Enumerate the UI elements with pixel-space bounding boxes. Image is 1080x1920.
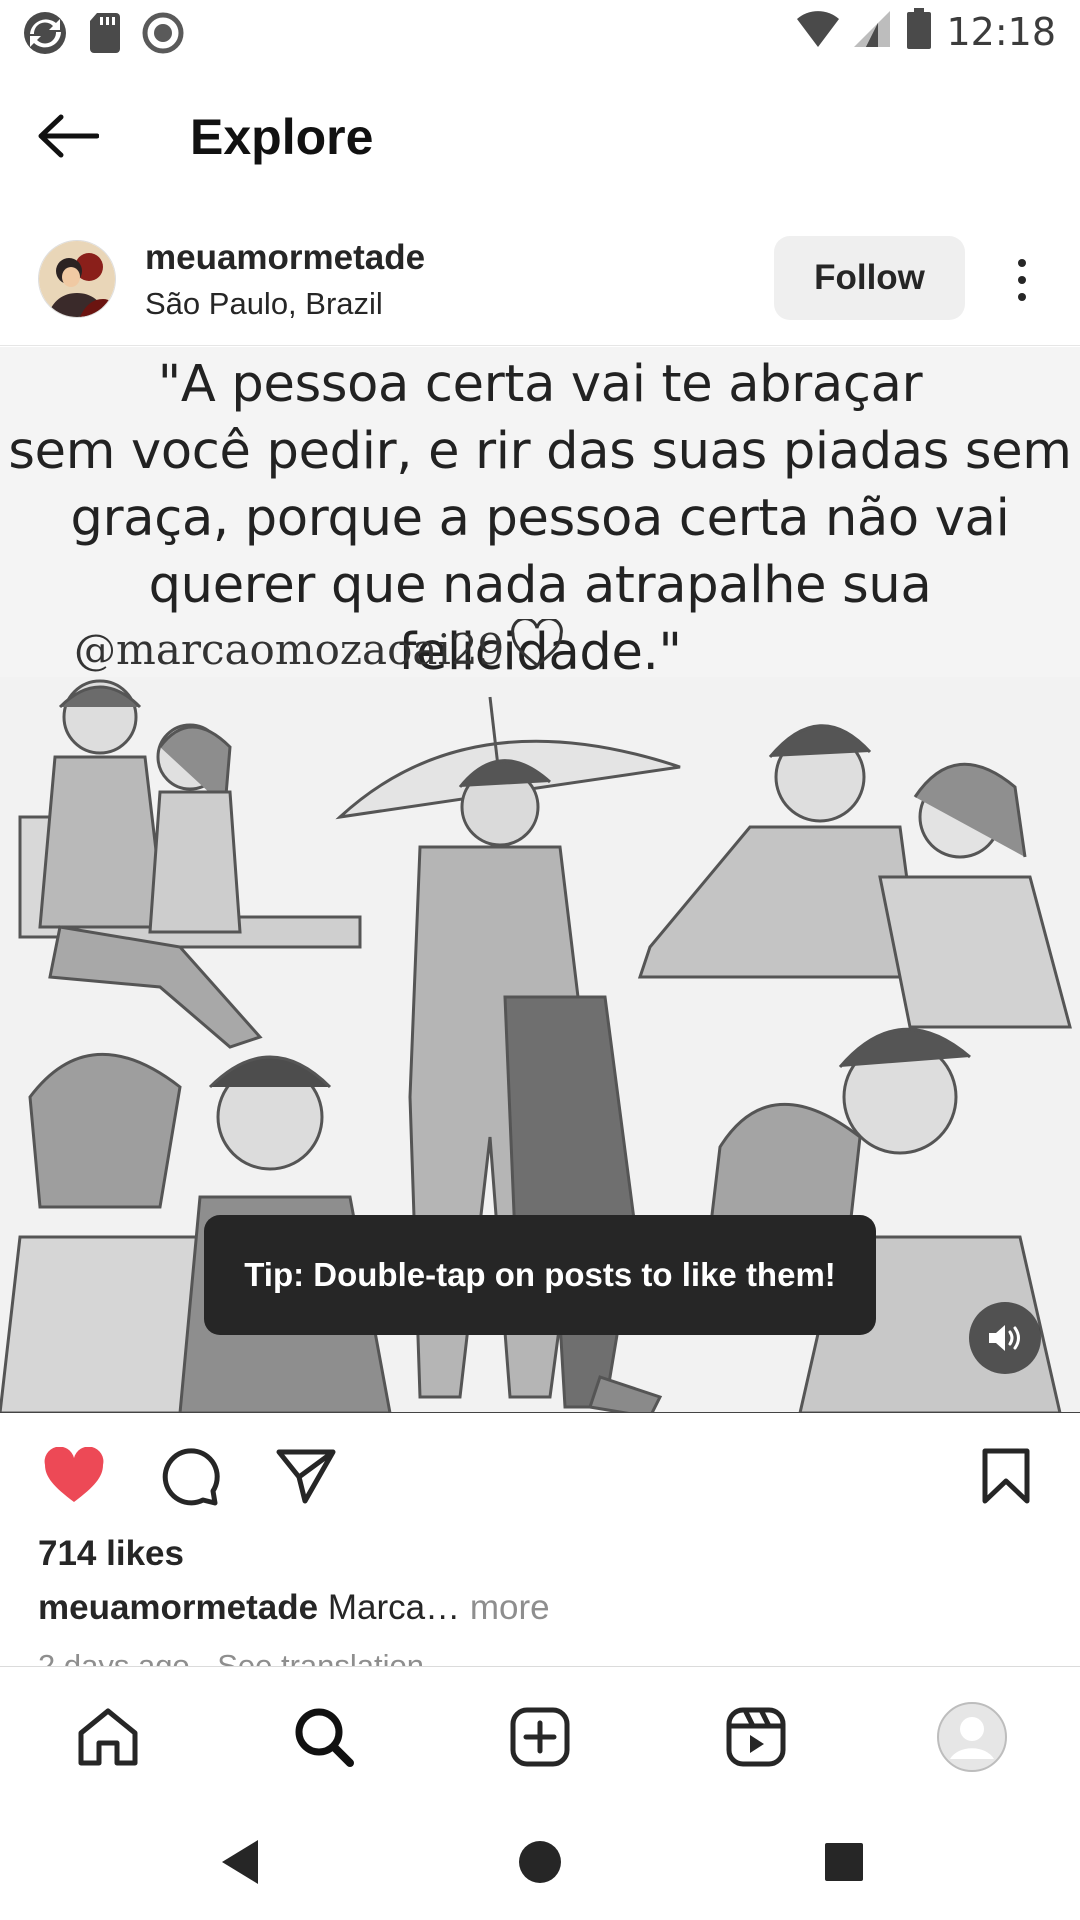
system-nav-bar [0, 1800, 1080, 1920]
heart-filled-icon [44, 1447, 104, 1502]
like-button[interactable] [38, 1440, 110, 1512]
post-meta-text: 2 days ago · See translation [38, 1648, 425, 1666]
nav-reels[interactable] [716, 1697, 796, 1777]
system-recents-button[interactable] [814, 1832, 874, 1892]
system-back-button[interactable] [210, 1832, 270, 1892]
post-location[interactable]: São Paulo, Brazil [145, 286, 383, 322]
caption-text: Marca… [327, 1588, 461, 1627]
more-link[interactable]: more [470, 1588, 550, 1627]
image-handle: @marcaomozaoai29 [74, 625, 505, 674]
dot-icon [1018, 293, 1026, 301]
profile-icon [937, 1702, 1007, 1772]
post-meta: 2 days ago · See translation [38, 1646, 424, 1666]
share-button[interactable] [270, 1440, 342, 1512]
nav-create[interactable] [500, 1697, 580, 1777]
nav-search[interactable] [284, 1697, 364, 1777]
record-icon [142, 12, 184, 59]
status-left-icons [22, 10, 184, 61]
sd-card-icon [88, 11, 122, 60]
wifi-icon [796, 9, 840, 54]
bottom-nav [0, 1666, 1080, 1800]
audio-toggle-button[interactable] [969, 1302, 1041, 1374]
avatar[interactable] [38, 240, 116, 318]
follow-button[interactable]: Follow [774, 236, 965, 320]
quote-line: graça, porque a pessoa certa não vai [70, 489, 1010, 548]
heart-outline-icon [511, 619, 563, 667]
post-actions [0, 1414, 1080, 1534]
post-image[interactable]: "A pessoa certa vai te abraçar sem você … [0, 347, 1080, 1413]
quote-line: "A pessoa certa vai te abraçar [157, 355, 923, 414]
nav-profile[interactable] [932, 1697, 1012, 1777]
more-options-button[interactable] [1000, 250, 1044, 310]
comment-icon [162, 1448, 220, 1506]
home-icon [78, 1708, 138, 1766]
bookmark-icon [982, 1448, 1030, 1504]
arrow-left-icon [38, 114, 99, 158]
top-bar: Explore [0, 80, 1080, 192]
create-icon [510, 1707, 570, 1767]
back-button[interactable] [36, 106, 100, 166]
send-icon [276, 1449, 336, 1504]
speaker-icon [989, 1325, 1020, 1351]
dot-icon [1018, 259, 1026, 267]
double-tap-tip: Tip: Double-tap on posts to like them! [204, 1215, 876, 1335]
battery-icon [906, 8, 932, 55]
reels-icon [726, 1707, 786, 1767]
likes-count[interactable]: 714 likes [38, 1534, 184, 1574]
recents-square-icon [825, 1843, 863, 1881]
post-header: meuamormetade São Paulo, Brazil Follow [0, 228, 1080, 346]
caption-username[interactable]: meuamormetade [38, 1588, 318, 1627]
comment-button[interactable] [154, 1440, 226, 1512]
home-circle-icon [519, 1841, 561, 1883]
status-time: 12:18 [946, 9, 1056, 54]
caption: meuamormetade Marca… more [38, 1588, 550, 1628]
nav-home[interactable] [68, 1697, 148, 1777]
save-button[interactable] [970, 1440, 1042, 1512]
system-home-button[interactable] [510, 1832, 570, 1892]
status-right-icons: 12:18 [796, 8, 1056, 55]
dot-icon [1018, 276, 1026, 284]
signal-icon [854, 9, 892, 54]
sync-icon [22, 10, 68, 61]
page-title: Explore [190, 109, 374, 165]
back-triangle-icon [222, 1840, 258, 1884]
search-icon [295, 1708, 354, 1767]
quote-line: sem você pedir, e rir das suas piadas se… [8, 422, 1072, 481]
status-bar: 12:18 [0, 0, 1080, 64]
post-username[interactable]: meuamormetade [145, 238, 425, 278]
